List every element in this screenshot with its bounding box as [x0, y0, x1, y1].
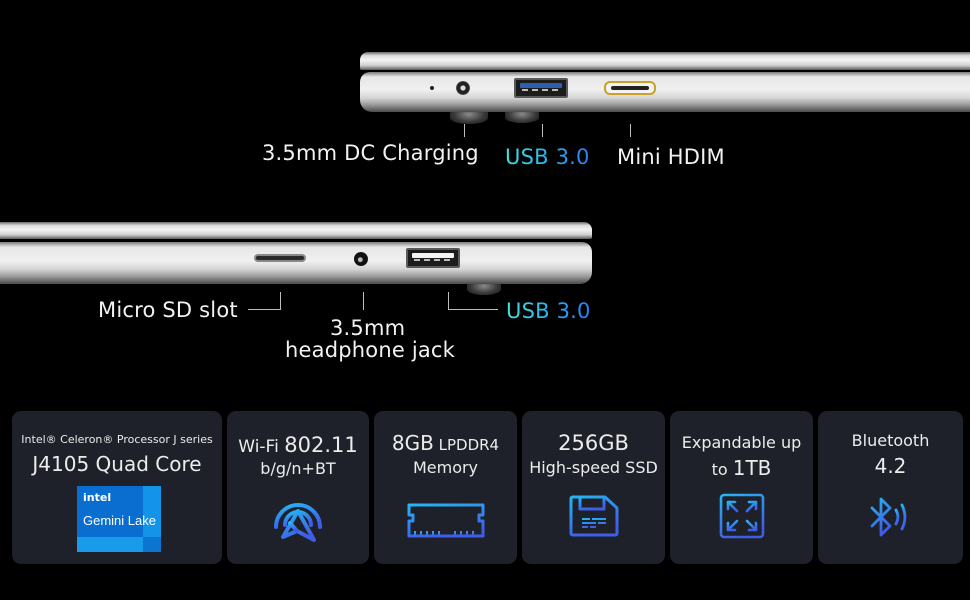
storage-size: 256GB — [558, 431, 629, 455]
micro-sd-label: Micro SD slot — [98, 298, 238, 322]
laptop-foot — [467, 284, 501, 295]
laptop-lid — [360, 52, 970, 70]
spec-card-processor: Intel® Celeron® Processor J series J4105… — [12, 411, 222, 564]
dc-charging-port — [456, 81, 470, 95]
wifi-modes: b/g/n+BT — [260, 459, 336, 478]
usb-tongue — [412, 253, 454, 258]
wifi-title: Wi-Fi 802.11 — [227, 433, 369, 457]
leader-line-usb-b — [448, 292, 449, 309]
usb-tongue — [520, 83, 562, 88]
intel-gemini-lake-badge: intel Gemini Lake — [77, 486, 161, 552]
laptop-lid — [0, 222, 592, 239]
wifi-antenna-icon — [274, 503, 322, 542]
leader-line-sd-h — [248, 309, 281, 310]
laptop-right-side-view — [0, 222, 592, 295]
leader-line-dc — [464, 124, 465, 137]
laptop-foot — [450, 112, 488, 124]
spec-card-memory: 8GB LPDDR4 Memory — [374, 411, 517, 564]
ram-module-icon — [407, 503, 484, 538]
gemini-lake-text: Gemini Lake — [83, 513, 156, 528]
processor-model: J4105 Quad Core — [32, 452, 202, 476]
spec-card-storage: 256GB High-speed SSD — [522, 411, 665, 564]
dc-charging-label: 3.5mm DC Charging — [262, 141, 479, 165]
spec-card-wifi: Wi-Fi 802.11 b/g/n+BT — [227, 411, 369, 564]
usb-3-label-top: USB 3.0 — [505, 145, 590, 169]
usb-3-label-bottom: USB 3.0 — [506, 299, 591, 323]
floppy-disk-icon — [569, 495, 618, 537]
headphone-jack — [354, 252, 368, 266]
mini-hdmi-port — [604, 81, 656, 95]
leader-line-hdmi — [630, 124, 631, 137]
laptop-left-side-view — [360, 52, 970, 124]
expandable-capacity: 1TB — [732, 456, 772, 480]
headphone-label-line1: 3.5mm — [330, 316, 406, 340]
leader-line-audio — [363, 292, 364, 310]
usb-3-port-bottom — [406, 248, 460, 268]
wifi-standard: 802.11 — [284, 433, 358, 457]
expand-arrows-icon — [719, 493, 764, 539]
laptop-base — [360, 72, 970, 112]
storage-type: High-speed SSD — [529, 458, 658, 477]
status-led — [430, 86, 434, 90]
spec-card-bluetooth: Bluetooth 4.2 — [818, 411, 963, 564]
micro-sd-slot — [254, 254, 306, 262]
expandable-line1: Expandable up — [681, 433, 802, 452]
usb-pins — [522, 89, 560, 91]
expandable-line2: to 1TB — [670, 456, 813, 480]
wifi-prefix: Wi-Fi — [238, 437, 285, 457]
usb-3-port-top — [514, 78, 568, 98]
memory-type: LPDDR4 — [433, 436, 500, 454]
bluetooth-title: Bluetooth — [851, 431, 930, 450]
leader-line-usb — [542, 124, 543, 137]
memory-size: 8GB — [391, 431, 434, 455]
memory-title: 8GB LPDDR4 — [374, 431, 517, 455]
intel-logo-text: intel — [83, 491, 112, 504]
expandable-prefix: to — [711, 460, 733, 479]
bluetooth-version: 4.2 — [874, 454, 907, 478]
headphone-label-line2: headphone jack — [285, 338, 456, 362]
laptop-foot — [505, 112, 539, 123]
usb-pins — [414, 259, 452, 261]
mini-hdmi-label: Mini HDIM — [617, 145, 725, 169]
leader-line-sd — [280, 292, 281, 309]
processor-series: Intel® Celeron® Processor J series — [21, 433, 213, 446]
spec-card-expandable: Expandable up to 1TB — [670, 411, 813, 564]
laptop-base — [0, 242, 592, 284]
memory-label: Memory — [412, 458, 479, 477]
leader-line-usb-b-h — [448, 309, 498, 310]
bluetooth-icon — [870, 497, 906, 537]
